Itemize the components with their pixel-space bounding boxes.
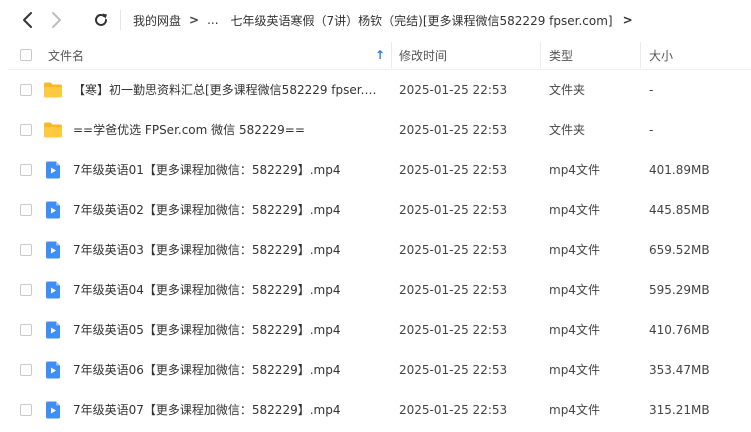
file-type: mp4文件 — [549, 403, 600, 417]
file-modified-date: 2025-01-25 22:53 — [399, 283, 508, 297]
column-divider[interactable] — [540, 42, 541, 68]
nav-divider — [120, 10, 121, 30]
column-header-type[interactable]: 类型 — [549, 40, 573, 70]
file-size: 659.52MB — [649, 243, 710, 257]
file-size: 595.29MB — [649, 283, 710, 297]
file-name[interactable]: 7年级英语04【更多课程加微信：582229】.mp4 — [73, 270, 383, 310]
file-name[interactable]: 7年级英语01【更多课程加微信：582229】.mp4 — [73, 150, 383, 190]
forward-button[interactable] — [46, 8, 68, 32]
column-header-name[interactable]: 文件名 — [48, 40, 84, 70]
column-header-type-label: 类型 — [549, 48, 574, 63]
row-checkbox[interactable] — [20, 244, 32, 256]
video-file-icon — [43, 280, 63, 300]
file-type: mp4文件 — [549, 323, 600, 337]
file-row[interactable]: 7年级英语04【更多课程加微信：582229】.mp4 2025-01-25 2… — [0, 270, 751, 310]
file-size: - — [649, 123, 654, 137]
file-row[interactable]: 7年级英语07【更多课程加微信：582229】.mp4 2025-01-25 2… — [0, 390, 751, 430]
file-row[interactable]: ==学爸优选 FPSer.com 微信 582229== 2025-01-25 … — [0, 110, 751, 150]
file-type: mp4文件 — [549, 203, 600, 217]
refresh-icon — [95, 13, 107, 26]
video-file-icon — [43, 160, 63, 180]
breadcrumb-separator: > — [189, 13, 200, 27]
file-modified-date: 2025-01-25 22:53 — [399, 83, 508, 97]
file-modified-date: 2025-01-25 22:53 — [399, 203, 508, 217]
file-modified-date: 2025-01-25 22:53 — [399, 403, 508, 417]
file-name[interactable]: 7年级英语07【更多课程加微信：582229】.mp4 — [73, 390, 383, 430]
folder-icon — [43, 120, 63, 140]
file-row[interactable]: 7年级英语05【更多课程加微信：582229】.mp4 2025-01-25 2… — [0, 310, 751, 350]
file-name[interactable]: 【寒】初一勤思资料汇总[更多课程微信582229 fpser.com] — [73, 70, 383, 110]
column-header-date-label: 修改时间 — [399, 48, 448, 63]
row-checkbox[interactable] — [20, 124, 32, 136]
column-header-size-label: 大小 — [649, 48, 674, 63]
breadcrumb-trailing-chevron[interactable]: > — [623, 13, 633, 27]
column-header-size[interactable]: 大小 — [649, 40, 673, 70]
file-row[interactable]: 7年级英语06【更多课程加微信：582229】.mp4 2025-01-25 2… — [0, 350, 751, 390]
file-row[interactable]: 7年级英语02【更多课程加微信：582229】.mp4 2025-01-25 2… — [0, 190, 751, 230]
column-header-name-label: 文件名 — [48, 48, 85, 63]
column-header-date[interactable]: 修改时间 — [399, 40, 447, 70]
row-checkbox[interactable] — [20, 404, 32, 416]
video-file-icon — [43, 360, 63, 380]
video-file-icon — [43, 400, 63, 420]
file-row[interactable]: 【寒】初一勤思资料汇总[更多课程微信582229 fpser.com] 2025… — [0, 70, 751, 110]
file-size: 401.89MB — [649, 163, 710, 177]
breadcrumb-root[interactable]: 我的网盘 — [133, 12, 181, 29]
refresh-button[interactable] — [90, 8, 112, 32]
row-checkbox[interactable] — [20, 204, 32, 216]
file-type: 文件夹 — [549, 83, 586, 97]
select-all-checkbox[interactable] — [20, 49, 32, 61]
file-size: 445.85MB — [649, 203, 710, 217]
column-divider[interactable] — [640, 42, 641, 68]
chevron-left-icon — [23, 12, 32, 28]
file-size: 315.21MB — [649, 403, 710, 417]
row-checkbox[interactable] — [20, 324, 32, 336]
row-checkbox[interactable] — [20, 164, 32, 176]
row-checkbox[interactable] — [20, 284, 32, 296]
file-type: 文件夹 — [549, 123, 586, 137]
breadcrumb: 我的网盘 > ... 七年级英语寒假（7讲）杨钦（完结)[更多课程微信58222… — [133, 0, 633, 40]
file-modified-date: 2025-01-25 22:53 — [399, 363, 508, 377]
file-name[interactable]: ==学爸优选 FPSer.com 微信 582229== — [73, 110, 383, 150]
file-name[interactable]: 7年级英语06【更多课程加微信：582229】.mp4 — [73, 350, 383, 390]
file-size: - — [649, 83, 654, 97]
file-type: mp4文件 — [549, 243, 600, 257]
column-divider[interactable] — [391, 42, 392, 68]
file-table-header: 文件名 ↑ 修改时间 类型 大小 — [0, 40, 751, 70]
navigation-bar: 我的网盘 > ... 七年级英语寒假（7讲）杨钦（完结)[更多课程微信58222… — [0, 0, 751, 40]
video-file-icon — [43, 320, 63, 340]
file-modified-date: 2025-01-25 22:53 — [399, 163, 508, 177]
video-file-icon — [43, 240, 63, 260]
file-modified-date: 2025-01-25 22:53 — [399, 123, 508, 137]
file-type: mp4文件 — [549, 363, 600, 377]
file-name[interactable]: 7年级英语05【更多课程加微信：582229】.mp4 — [73, 310, 383, 350]
file-modified-date: 2025-01-25 22:53 — [399, 323, 508, 337]
file-type: mp4文件 — [549, 283, 600, 297]
breadcrumb-current: 七年级英语寒假（7讲）杨钦（完结)[更多课程微信582229 fpser.com… — [230, 13, 613, 28]
file-name[interactable]: 7年级英语03【更多课程加微信：582229】.mp4 — [73, 230, 383, 270]
file-modified-date: 2025-01-25 22:53 — [399, 243, 508, 257]
file-size: 353.47MB — [649, 363, 710, 377]
breadcrumb-ellipsis[interactable]: ... — [207, 13, 218, 27]
folder-icon — [43, 80, 63, 100]
row-checkbox[interactable] — [20, 84, 32, 96]
file-type: mp4文件 — [549, 163, 600, 177]
sort-ascending-icon[interactable]: ↑ — [375, 40, 385, 70]
file-row[interactable]: 7年级英语03【更多课程加微信：582229】.mp4 2025-01-25 2… — [0, 230, 751, 270]
chevron-right-icon — [52, 12, 61, 28]
file-size: 410.76MB — [649, 323, 710, 337]
file-row[interactable]: 7年级英语01【更多课程加微信：582229】.mp4 2025-01-25 2… — [0, 150, 751, 190]
video-file-icon — [43, 200, 63, 220]
back-button[interactable] — [16, 8, 38, 32]
row-checkbox[interactable] — [20, 364, 32, 376]
file-name[interactable]: 7年级英语02【更多课程加微信：582229】.mp4 — [73, 190, 383, 230]
